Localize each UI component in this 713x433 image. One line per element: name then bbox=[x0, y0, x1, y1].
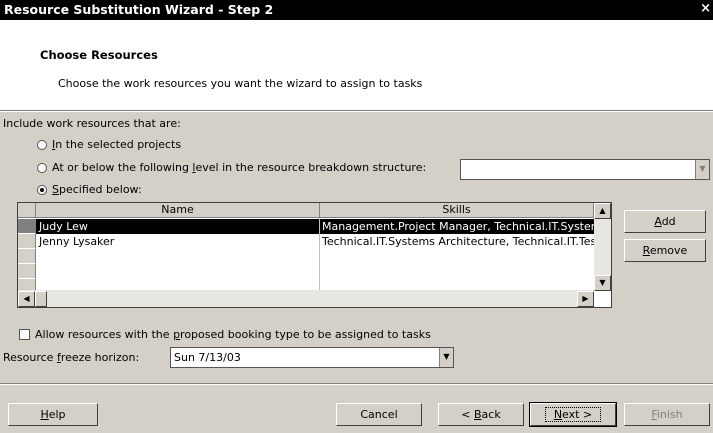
row-header[interactable] bbox=[18, 264, 36, 279]
rbs-level-combo[interactable]: ▼ bbox=[460, 159, 710, 180]
title-bar: Resource Substitution Wizard - Step 2 × bbox=[0, 0, 713, 20]
scroll-down-icon[interactable]: ▼ bbox=[594, 275, 611, 291]
radio-selected-projects[interactable] bbox=[37, 140, 47, 150]
next-button[interactable]: Next > bbox=[529, 402, 617, 427]
resource-table[interactable]: Name Skills Judy Lew Management.Project … bbox=[17, 202, 612, 308]
freeze-horizon-label: Resource freeze horizon: bbox=[3, 351, 140, 364]
scroll-up-icon[interactable]: ▲ bbox=[594, 203, 611, 219]
radio-specified-below-label[interactable]: Specified below: bbox=[52, 183, 142, 196]
include-label: Include work resources that are: bbox=[3, 117, 181, 130]
freeze-horizon-value: Sun 7/13/03 bbox=[174, 351, 241, 364]
radio-specified-below[interactable] bbox=[37, 185, 47, 195]
row-header[interactable] bbox=[18, 219, 36, 234]
row-header[interactable] bbox=[18, 234, 36, 249]
close-icon[interactable]: × bbox=[700, 1, 711, 16]
radio-rbs-level[interactable] bbox=[37, 163, 47, 173]
allow-proposed-checkbox[interactable] bbox=[19, 329, 30, 340]
wizard-header: Choose Resources Choose the work resourc… bbox=[0, 20, 713, 110]
radio-rbs-level-label[interactable]: At or below the following level in the r… bbox=[52, 161, 426, 174]
scroll-thumb[interactable] bbox=[35, 291, 47, 307]
column-header-name[interactable]: Name bbox=[36, 203, 320, 218]
table-cell-name[interactable]: Judy Lew bbox=[37, 219, 320, 234]
row-header[interactable] bbox=[18, 249, 36, 264]
table-cell-name[interactable]: Jenny Lysaker bbox=[37, 234, 320, 249]
footer-divider bbox=[0, 383, 713, 385]
help-button[interactable]: Help bbox=[8, 403, 98, 426]
scroll-left-icon[interactable]: ◀ bbox=[18, 291, 35, 307]
freeze-horizon-combo[interactable]: Sun 7/13/03 ▼ bbox=[170, 347, 454, 368]
remove-button[interactable]: Remove bbox=[624, 239, 706, 262]
column-header-skills[interactable]: Skills bbox=[320, 203, 594, 218]
page-description: Choose the work resources you want the w… bbox=[58, 77, 423, 90]
table-cell-skills[interactable]: Technical.IT.Systems Architecture, Techn… bbox=[320, 234, 594, 249]
back-button[interactable]: < Back bbox=[438, 403, 524, 426]
allow-proposed-label[interactable]: Allow resources with the proposed bookin… bbox=[35, 328, 431, 341]
window-title: Resource Substitution Wizard - Step 2 bbox=[4, 2, 274, 17]
chevron-down-icon[interactable]: ▼ bbox=[695, 160, 709, 179]
chevron-down-icon[interactable]: ▼ bbox=[439, 348, 453, 367]
page-heading: Choose Resources bbox=[40, 48, 158, 62]
cancel-button[interactable]: Cancel bbox=[336, 403, 422, 426]
horizontal-scrollbar[interactable]: ◀ ▶ bbox=[18, 290, 594, 307]
table-cell-skills[interactable]: Management.Project Manager, Technical.IT… bbox=[320, 219, 594, 234]
add-button[interactable]: Add bbox=[624, 210, 706, 233]
corner-header bbox=[18, 203, 36, 218]
vertical-scrollbar[interactable]: ▲ ▼ bbox=[594, 203, 611, 291]
header-divider bbox=[0, 110, 713, 112]
finish-button[interactable]: Finish bbox=[624, 403, 710, 426]
column-divider bbox=[319, 218, 320, 291]
radio-selected-projects-label[interactable]: In the selected projects bbox=[52, 138, 181, 151]
scroll-right-icon[interactable]: ▶ bbox=[577, 291, 594, 307]
